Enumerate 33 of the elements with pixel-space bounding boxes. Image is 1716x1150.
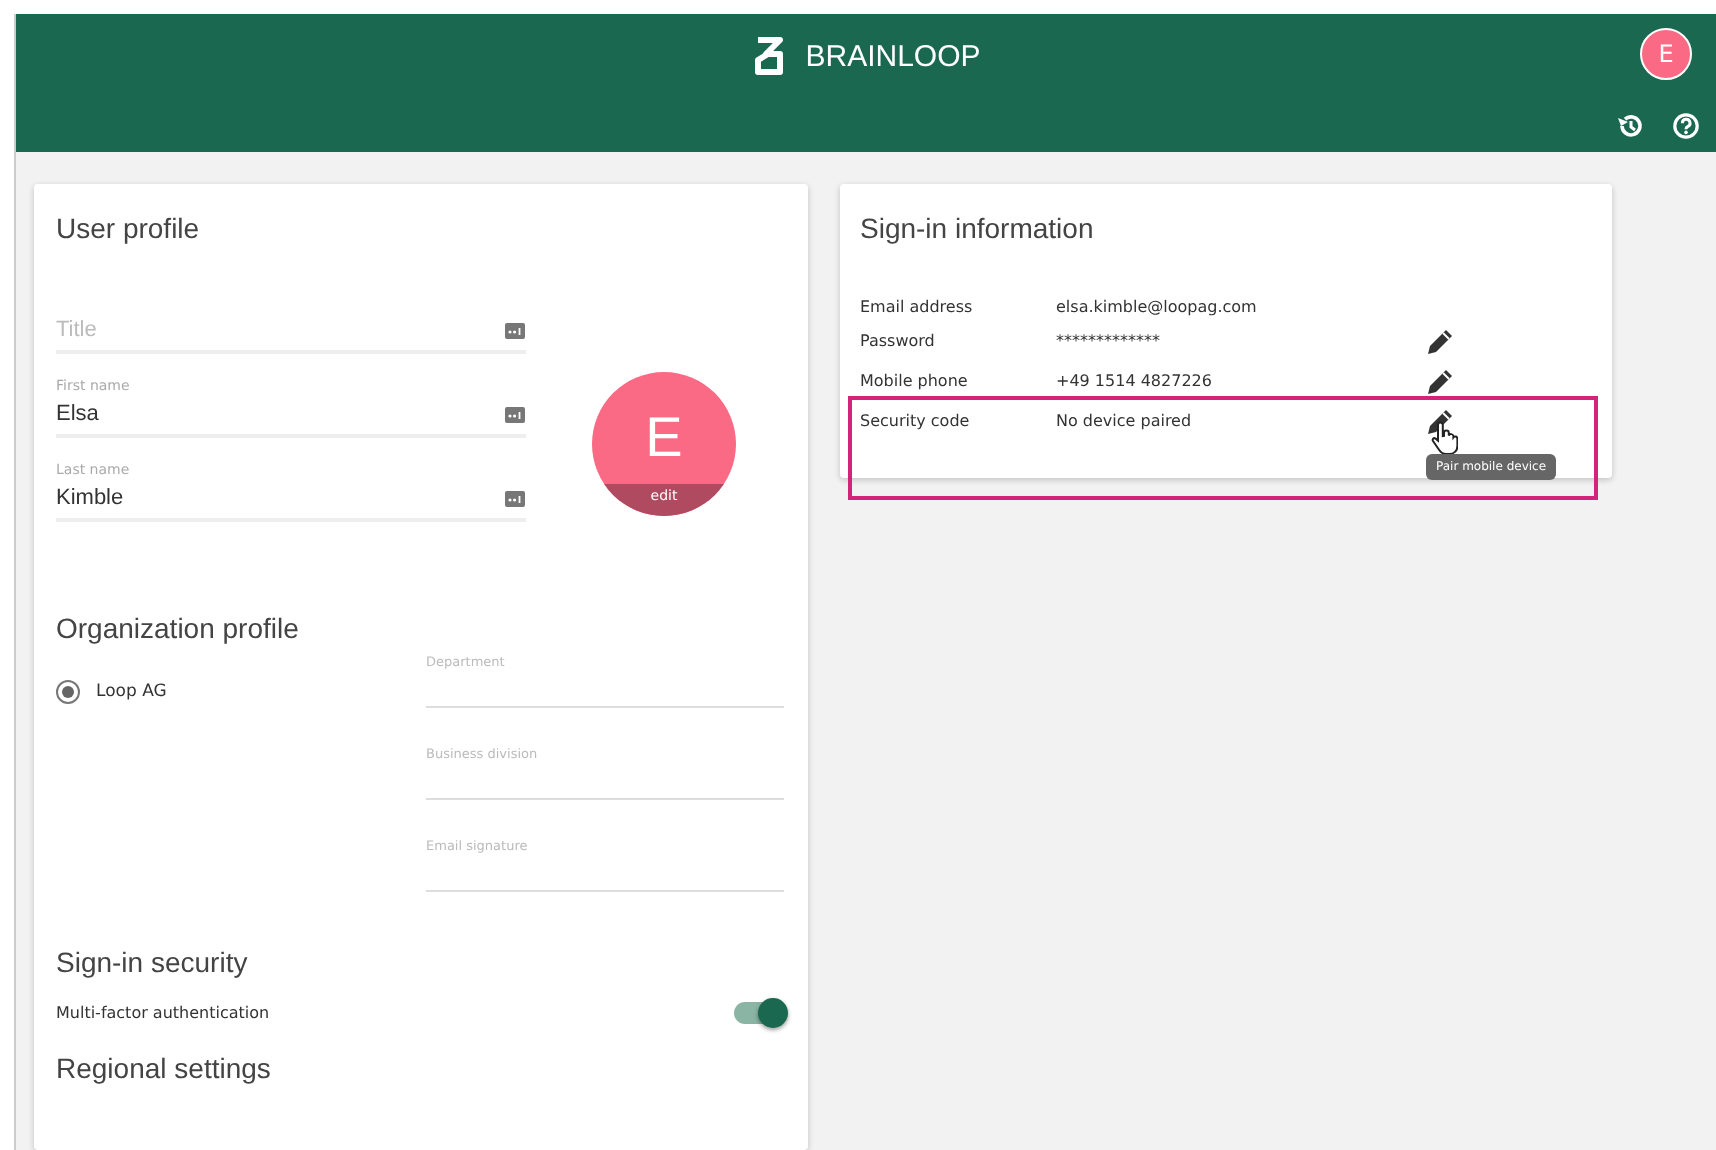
field-label: Mobile phone	[860, 371, 970, 389]
user-avatar[interactable]: E	[1640, 28, 1692, 80]
toggle-switch[interactable]	[734, 1002, 782, 1024]
keyboard-icon	[504, 489, 526, 507]
history-icon[interactable]	[1616, 112, 1644, 140]
field-label: Security code	[860, 411, 972, 429]
field-value: +49 1514 4827226	[1056, 371, 1214, 389]
radio-label: Loop AG	[96, 682, 167, 702]
text-field[interactable]: Title	[56, 292, 526, 354]
setting-label: Multi-factor authentication	[56, 1004, 270, 1022]
field-value: Elsa	[56, 402, 99, 426]
section-title: Regional settings	[56, 1052, 273, 1084]
brand-name: BRAINLOOP	[805, 39, 981, 73]
field-label: Password	[860, 331, 937, 349]
section-title: User profile	[56, 212, 202, 244]
pencil-icon[interactable]	[1424, 365, 1454, 395]
pencil-icon[interactable]	[1424, 325, 1454, 355]
field-placeholder: Title	[56, 318, 97, 342]
keyboard-icon	[504, 405, 526, 423]
field-value: elsa.kimble@loopag.com	[1056, 297, 1259, 315]
field-value: Kimble	[56, 486, 124, 510]
avatar-initial: E	[645, 404, 683, 472]
keyboard-icon	[504, 321, 526, 339]
section-title: Sign-in information	[860, 212, 1096, 244]
field-label: Email address	[860, 297, 975, 315]
help-icon[interactable]	[1672, 112, 1700, 140]
field-value: No device paired	[1056, 411, 1194, 429]
section-title: Organization profile	[56, 612, 301, 644]
logo-icon	[751, 34, 788, 78]
hand-cursor-icon	[1430, 419, 1458, 455]
section-title: Sign-in security	[56, 946, 250, 978]
radio-button[interactable]	[56, 680, 80, 704]
field-value: *************	[1056, 331, 1162, 349]
